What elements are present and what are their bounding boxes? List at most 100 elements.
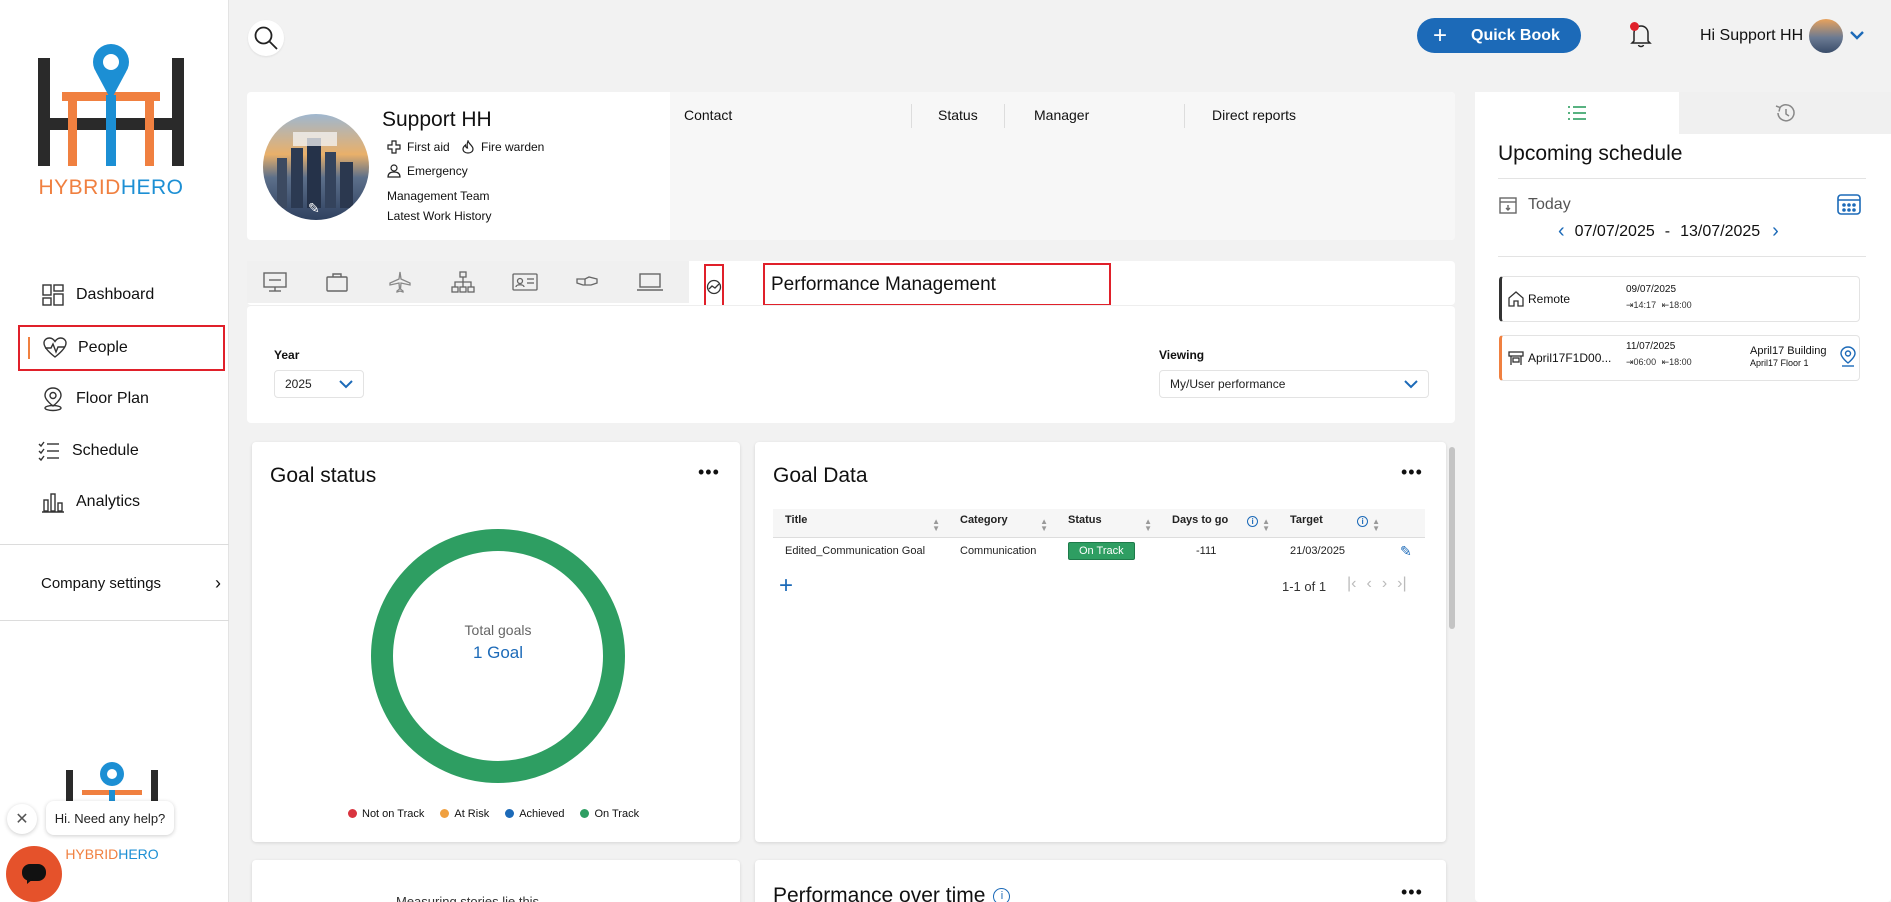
check-out-time: 18:00 xyxy=(1669,300,1692,310)
schedule-item[interactable]: April17F1D00... 11/07/2025 ⇥06:00 ⇤18:00… xyxy=(1499,335,1860,381)
schedule-tab-history[interactable] xyxy=(1679,92,1891,134)
sidebar-item-dashboard[interactable]: Dashboard xyxy=(18,272,225,318)
info-icon[interactable]: i xyxy=(1357,515,1369,527)
date-range-nav: ‹ 07/07/2025 - 13/07/2025 › xyxy=(1558,220,1779,243)
date-range-underline xyxy=(1498,256,1866,257)
quick-book-button[interactable]: + Quick Book xyxy=(1417,18,1581,53)
calendar-button[interactable] xyxy=(1836,192,1862,221)
goal-status-card: Goal status ••• Total goals 1 Goal Not o… xyxy=(252,442,740,842)
edit-pencil-icon[interactable]: ✎ xyxy=(308,200,320,217)
info-icon[interactable]: i xyxy=(1247,515,1259,527)
sidebar-item-analytics[interactable]: Analytics xyxy=(18,479,225,525)
sidebar-item-people[interactable]: People xyxy=(18,325,225,371)
legend-swatch xyxy=(505,809,515,818)
search-icon xyxy=(254,26,278,50)
column-status: Status xyxy=(938,107,978,123)
header-category[interactable]: Category ▲ ▼ xyxy=(948,509,1056,538)
sidebar-item-schedule[interactable]: Schedule xyxy=(18,428,225,474)
cell-status: On Track xyxy=(1056,537,1160,565)
sidebar-divider xyxy=(0,620,229,621)
donut-center-label: Total goals xyxy=(464,622,532,638)
cell-title: Edited_Communication Goal xyxy=(785,545,926,558)
main-scrollbar[interactable] xyxy=(1449,447,1455,629)
check-in-icon: ⇥ xyxy=(1626,357,1634,367)
profile-avatar[interactable]: ✎ xyxy=(263,114,369,220)
header-target[interactable]: Target ▲ ▼ i xyxy=(1278,509,1388,538)
user-menu[interactable]: Hi Support HH xyxy=(1700,18,1876,54)
chevron-down-icon xyxy=(339,380,353,389)
pagination-controls: |‹ ‹ › ›| xyxy=(1347,575,1407,593)
sidebar-item-label: People xyxy=(78,339,128,356)
legend-label: Not on Track xyxy=(362,808,425,820)
home-icon xyxy=(1508,291,1524,307)
tab-org-chart[interactable] xyxy=(449,269,477,295)
more-options-button[interactable]: ••• xyxy=(698,462,720,483)
edit-pencil-icon[interactable]: ✎ xyxy=(1400,543,1412,559)
map-pin-icon xyxy=(40,386,66,412)
brand-logo[interactable]: HYBRIDHERO xyxy=(36,40,186,200)
schedule-item-building: April17 Building xyxy=(1750,345,1827,357)
header-status[interactable]: Status ▲ ▼ xyxy=(1056,509,1160,538)
column-manager: Manager xyxy=(1034,107,1090,123)
goal-status-title: Goal status xyxy=(270,464,377,487)
tab-devices[interactable] xyxy=(636,269,664,295)
help-close-button[interactable]: ✕ xyxy=(7,804,37,834)
schedule-item-date: 11/07/2025 xyxy=(1626,341,1676,352)
last-page-icon[interactable]: ›| xyxy=(1397,575,1406,593)
add-goal-button[interactable]: + xyxy=(779,574,793,598)
chat-launcher-button[interactable] xyxy=(6,846,62,902)
check-in-time: 14:17 xyxy=(1633,300,1657,310)
sort-icon: ▲ ▼ xyxy=(1372,516,1380,533)
legend-item: Achieved xyxy=(505,808,564,820)
info-icon[interactable]: i xyxy=(993,887,1011,902)
header-title[interactable]: Title ▲ ▼ xyxy=(773,509,948,538)
check-out-icon: ⇤ xyxy=(1661,357,1670,367)
table-row[interactable]: Edited_Communication Goal Communication … xyxy=(773,537,1425,565)
emergency-badge: Emergency xyxy=(387,164,468,178)
notifications-button[interactable] xyxy=(1626,20,1656,50)
cell-days: -111 xyxy=(1196,545,1217,558)
location-pin-icon[interactable] xyxy=(1839,346,1857,368)
chevron-down-icon xyxy=(1849,27,1865,45)
tab-work[interactable] xyxy=(323,269,351,295)
header-actions xyxy=(1388,509,1425,538)
column-direct-reports: Direct reports xyxy=(1212,107,1297,123)
history-icon xyxy=(1775,104,1795,122)
tab-performance[interactable] xyxy=(704,264,724,310)
checklist-icon xyxy=(36,438,62,464)
more-options-button[interactable]: ••• xyxy=(1401,882,1423,902)
next-week-button[interactable]: › xyxy=(1772,220,1779,243)
goal-data-title: Goal Data xyxy=(773,464,868,487)
sort-icon: ▲ ▼ xyxy=(1144,516,1152,533)
quick-book-label: Quick Book xyxy=(1471,26,1560,44)
prev-week-button[interactable]: ‹ xyxy=(1558,220,1565,243)
work-history-link[interactable]: Latest Work History xyxy=(387,209,491,223)
emergency-label: Emergency xyxy=(407,164,468,178)
schedule-item[interactable]: Remote 09/07/2025 ⇥14:17 ⇤18:00 xyxy=(1499,276,1860,322)
first-page-icon[interactable]: |‹ xyxy=(1347,575,1356,593)
sidebar-item-floor-plan[interactable]: Floor Plan xyxy=(18,376,225,422)
schedule-item-floor: April17 Floor 1 xyxy=(1750,358,1809,368)
more-options-button[interactable]: ••• xyxy=(1401,462,1423,483)
team-name: Management Team xyxy=(387,189,490,203)
pagination-text: 1-1 of 1 xyxy=(1282,579,1327,594)
viewing-select[interactable]: My/User performance xyxy=(1159,370,1429,398)
schedule-tab-list[interactable] xyxy=(1475,92,1679,134)
search-button[interactable] xyxy=(248,20,284,56)
header-days[interactable]: Days to go ▲ ▼ i xyxy=(1160,509,1278,538)
year-label: Year xyxy=(274,348,300,362)
help-bubble[interactable]: Hi. Need any help? xyxy=(46,801,174,835)
tab-id-card[interactable] xyxy=(511,269,539,295)
column-divider xyxy=(1184,104,1185,128)
tab-travel[interactable] xyxy=(386,269,414,295)
chevron-down-icon xyxy=(1404,380,1418,389)
logo-mark-icon xyxy=(38,44,184,166)
viewing-label: Viewing xyxy=(1159,348,1205,362)
tab-handshake[interactable] xyxy=(574,269,602,295)
year-select[interactable]: 2025 xyxy=(274,370,364,398)
tab-desk[interactable] xyxy=(261,269,289,295)
prev-page-icon[interactable]: ‹ xyxy=(1366,575,1371,593)
today-button[interactable]: Today xyxy=(1498,195,1571,215)
company-settings-link[interactable]: Company settings › xyxy=(41,570,221,596)
next-page-icon[interactable]: › xyxy=(1382,575,1387,593)
